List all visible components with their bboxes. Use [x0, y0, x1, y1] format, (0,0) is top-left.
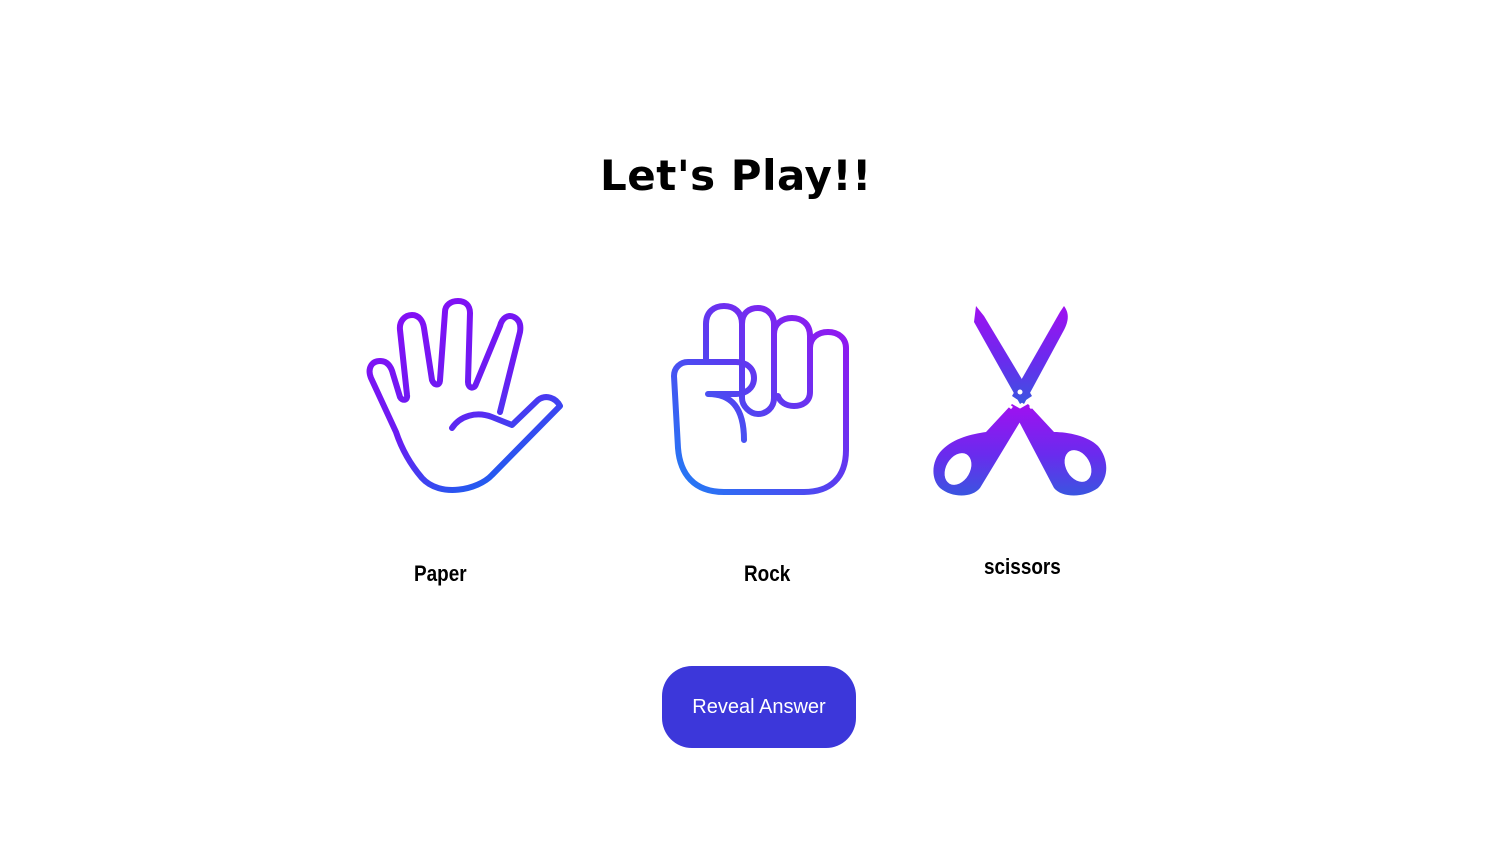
open-hand-icon — [366, 298, 563, 493]
choice-scissors[interactable] — [928, 300, 1116, 500]
fist-icon — [671, 303, 849, 495]
reveal-answer-button[interactable]: Reveal Answer — [662, 666, 856, 748]
choice-paper[interactable] — [360, 298, 570, 502]
choice-label-paper: Paper — [414, 561, 467, 586]
choice-label-rock: Rock — [744, 561, 791, 586]
choice-label-scissors: scissors — [984, 554, 1061, 579]
page-title: Let's Play!! — [600, 151, 872, 200]
scissors-icon — [933, 306, 1107, 496]
choice-rock[interactable] — [664, 298, 854, 502]
